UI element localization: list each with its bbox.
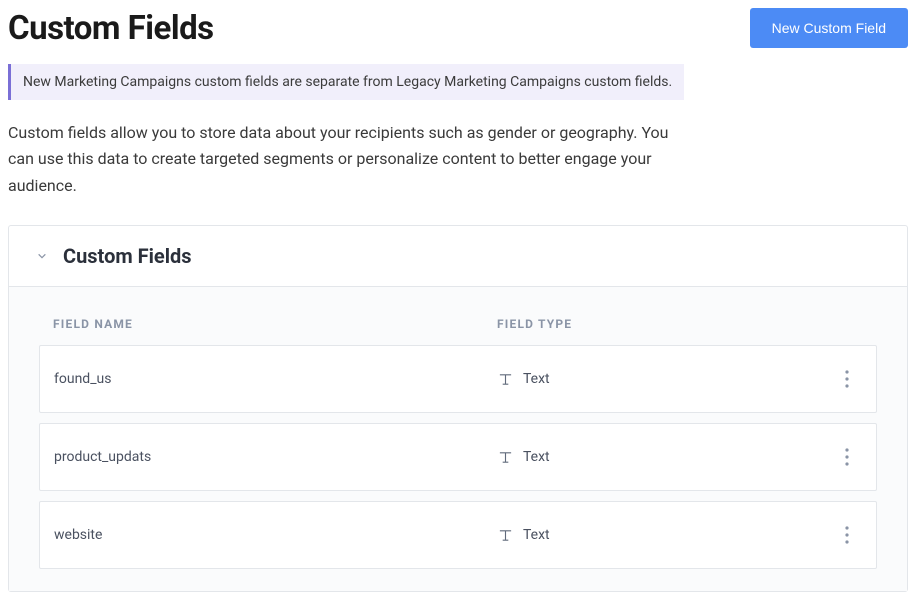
field-type-label: Text (523, 449, 550, 465)
custom-fields-panel: Custom Fields Field Name Field Type foun… (8, 225, 908, 592)
page-description: Custom fields allow you to store data ab… (8, 120, 688, 199)
chevron-down-icon (37, 251, 47, 261)
column-header-name: Field Name (53, 317, 497, 331)
text-type-icon (498, 450, 513, 465)
field-name-cell: found_us (54, 371, 498, 387)
row-actions-button[interactable] (832, 526, 862, 544)
panel-title: Custom Fields (63, 244, 192, 268)
table-row: product_updats Text (39, 423, 877, 491)
more-vertical-icon (845, 526, 849, 544)
page-title: Custom Fields (8, 9, 214, 48)
info-banner: New Marketing Campaigns custom fields ar… (8, 64, 684, 100)
table-row: found_us Text (39, 345, 877, 413)
field-type-label: Text (523, 371, 550, 387)
panel-body: Field Name Field Type found_us Text (9, 287, 907, 591)
table-row: website Text (39, 501, 877, 569)
field-type-cell: Text (498, 371, 832, 387)
text-type-icon (498, 528, 513, 543)
row-actions-button[interactable] (832, 448, 862, 466)
field-type-cell: Text (498, 449, 832, 465)
field-name-cell: website (54, 527, 498, 543)
row-actions-button[interactable] (832, 370, 862, 388)
text-type-icon (498, 372, 513, 387)
field-name-cell: product_updats (54, 449, 498, 465)
table-header-row: Field Name Field Type (39, 317, 877, 345)
panel-header[interactable]: Custom Fields (9, 226, 907, 287)
field-type-cell: Text (498, 527, 832, 543)
field-type-label: Text (523, 527, 550, 543)
new-custom-field-button[interactable]: New Custom Field (750, 8, 908, 48)
more-vertical-icon (845, 448, 849, 466)
column-header-type: Field Type (497, 317, 863, 331)
more-vertical-icon (845, 370, 849, 388)
